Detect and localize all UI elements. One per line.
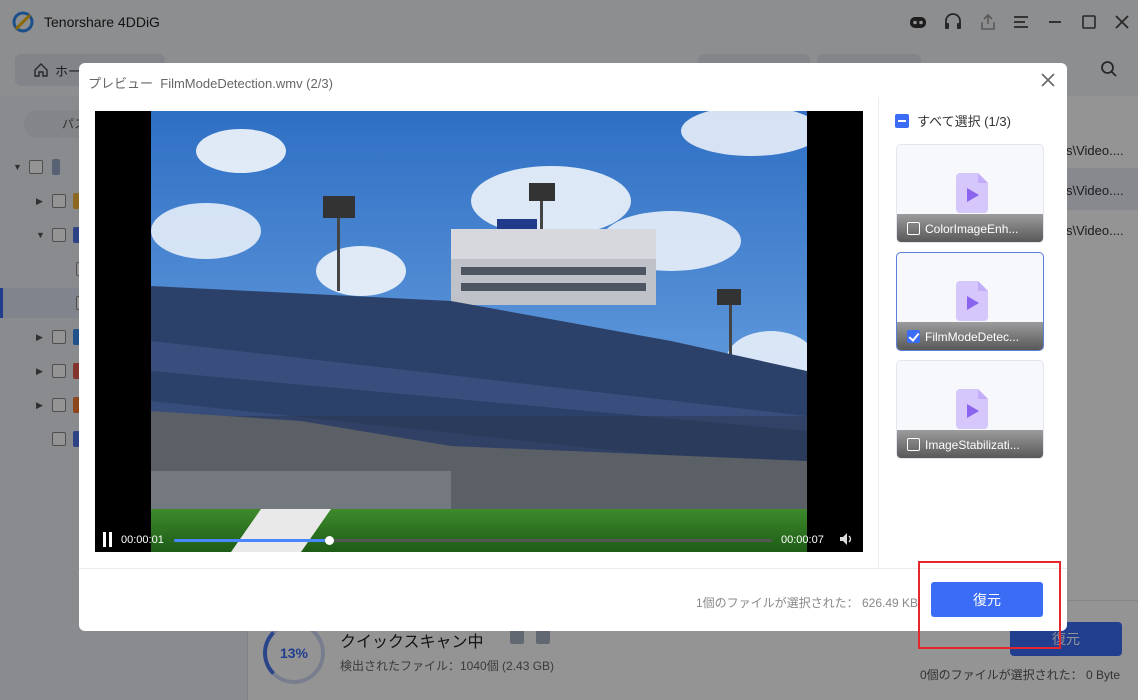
file-checkbox[interactable] [907,222,920,235]
preview-dialog: プレビュー FilmModeDetection.wmv (2/3) 00:00:… [79,63,1067,631]
selected-files-info: 1個のファイルが選択された： 626.49 KB [696,596,919,610]
select-all-checkbox[interactable]: すべて選択 (1/3) [895,111,1011,130]
close-icon[interactable] [1037,69,1059,91]
file-thumbnail[interactable]: ImageStabilizati... [896,360,1044,459]
current-time: 00:00:01 [121,534,164,546]
preview-filename: FilmModeDetection.wmv (2/3) [160,76,333,91]
file-name: FilmModeDetec... [925,329,1020,344]
volume-icon[interactable] [839,532,855,546]
panel-divider [878,97,879,569]
file-thumbnail-label: ImageStabilizati... [897,430,1043,458]
file-thumbnail-selected[interactable]: FilmModeDetec... [896,252,1044,351]
player-controls: 00:00:01 00:00:07 [95,527,863,552]
select-all-label: すべて選択 (1/3) [917,114,1011,129]
video-frame [151,111,807,552]
file-name: ColorImageEnh... [925,221,1019,236]
file-thumbnail-label: ColorImageEnh... [897,214,1043,242]
preview-label: プレビュー [88,76,154,91]
file-checkbox-checked[interactable] [907,330,920,343]
file-name: ImageStabilizati... [925,437,1020,452]
seek-bar[interactable] [174,536,772,545]
video-file-icon [956,173,988,213]
file-thumbnail[interactable]: ColorImageEnh... [896,144,1044,243]
file-thumbnail-label: FilmModeDetec... [897,322,1043,350]
video-file-icon [956,389,988,429]
file-checkbox[interactable] [907,438,920,451]
total-time: 00:00:07 [781,534,824,546]
select-all-indicator [895,113,909,128]
dialog-title: プレビュー FilmModeDetection.wmv (2/3) [88,73,333,92]
seek-bar-progress [174,539,330,542]
annotation-highlight-box [918,561,1061,649]
video-player[interactable]: 00:00:01 00:00:07 [95,111,863,552]
seek-handle[interactable] [325,536,335,545]
pause-icon[interactable] [102,532,114,547]
video-file-icon [956,281,988,321]
